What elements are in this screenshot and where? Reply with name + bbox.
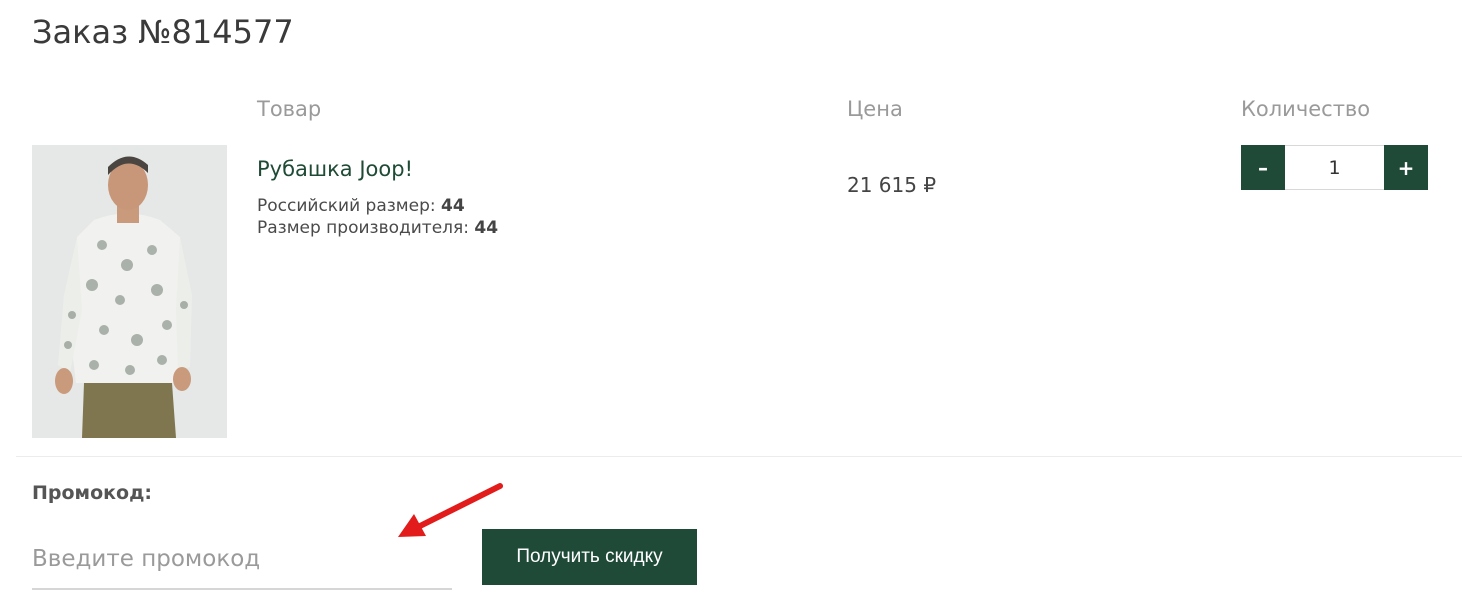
column-header-product: Товар <box>257 97 322 121</box>
item-price: 21 615 ₽ <box>847 173 937 197</box>
russian-size-value: 44 <box>441 196 465 216</box>
product-name-link[interactable]: Рубашка Joop! <box>257 157 413 181</box>
get-discount-button[interactable]: Получить скидку <box>482 529 697 585</box>
product-image[interactable] <box>32 145 227 438</box>
promo-label: Промокод: <box>32 482 153 504</box>
red-arrow-annotation <box>398 483 503 537</box>
russian-size-label: Российский размер: <box>257 196 436 216</box>
manufacturer-size-value: 44 <box>474 218 499 238</box>
quantity-increase-button[interactable]: + <box>1384 145 1428 190</box>
promo-code-input[interactable] <box>32 530 452 590</box>
manufacturer-size-label: Размер производителя: <box>257 218 469 238</box>
order-title: Заказ №814577 <box>32 13 294 51</box>
quantity-decrease-button[interactable]: – <box>1241 145 1285 190</box>
column-header-price: Цена <box>847 97 903 121</box>
divider <box>16 456 1462 457</box>
manufacturer-size: Размер производителя: 44 <box>257 218 498 238</box>
column-header-quantity: Количество <box>1241 97 1371 121</box>
quantity-stepper: – + <box>1241 145 1428 190</box>
russian-size: Российский размер: 44 <box>257 196 465 216</box>
quantity-input[interactable] <box>1285 145 1384 190</box>
